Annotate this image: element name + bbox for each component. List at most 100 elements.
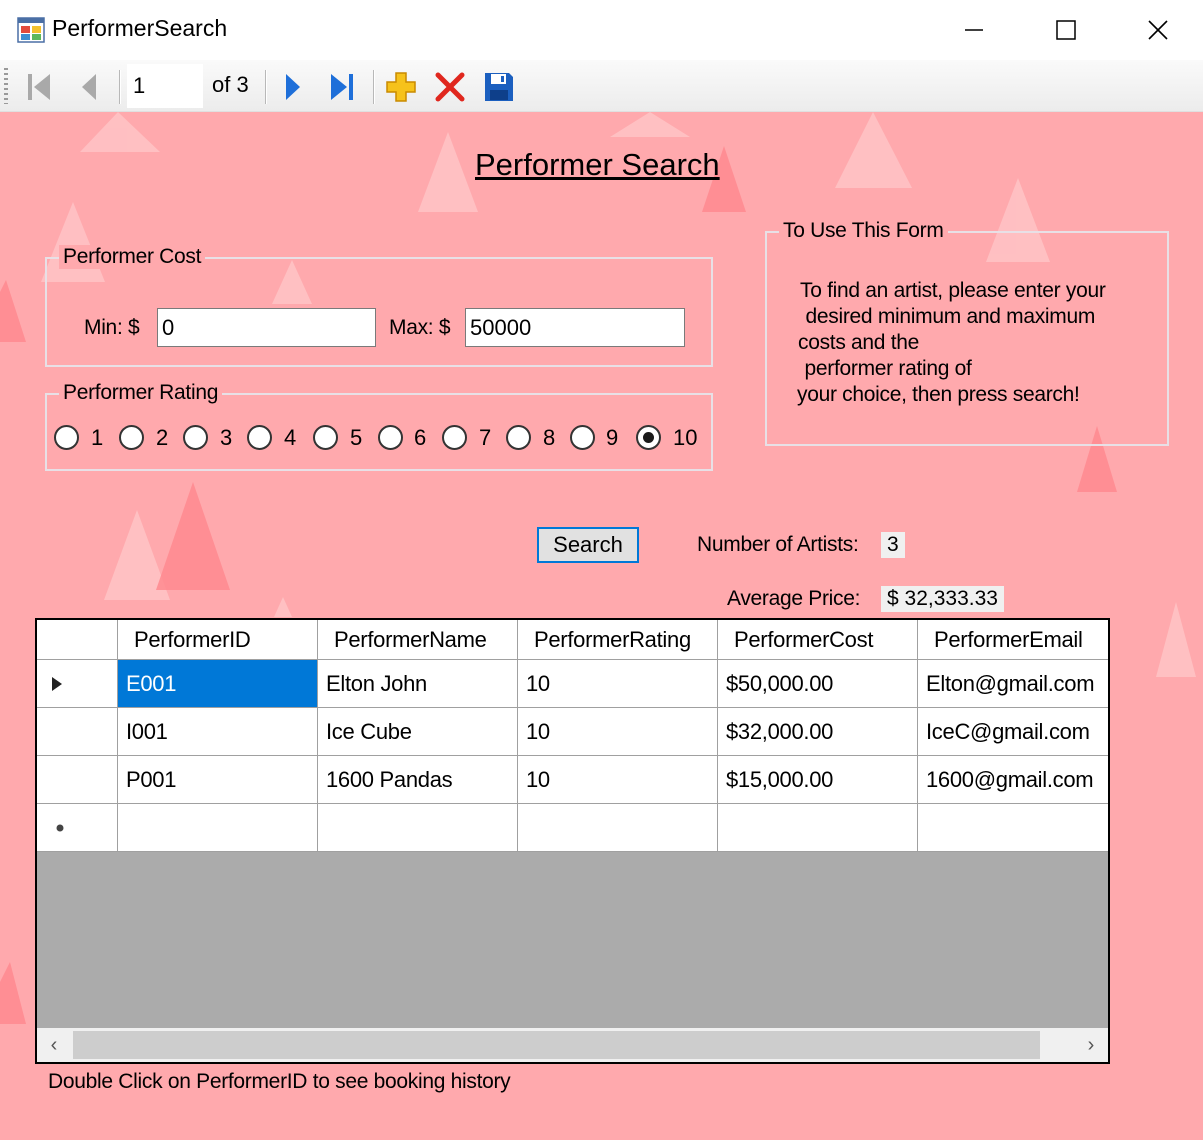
rating-radio-8[interactable] [506, 425, 531, 450]
scroll-right-button[interactable]: › [1074, 1028, 1108, 1062]
min-cost-input[interactable] [157, 308, 376, 347]
add-icon [386, 72, 416, 102]
rating-radio-2[interactable] [119, 425, 144, 450]
save-icon [485, 73, 513, 101]
rating-radio-5[interactable] [313, 425, 338, 450]
current-row-arrow-icon [52, 676, 62, 691]
move-last-button[interactable] [325, 70, 359, 104]
horizontal-scrollbar[interactable]: ‹ › [37, 1028, 1108, 1062]
column-header-performeremail[interactable]: PerformerEmail [918, 620, 1108, 660]
help-text-line: desired minimum and maximum [800, 305, 1096, 328]
chevron-left-icon: ‹ [50, 1033, 58, 1056]
grid-cell[interactable]: $50,000.00 [718, 660, 918, 708]
grid-cell[interactable]: Elton John [318, 660, 518, 708]
position-input[interactable] [127, 64, 203, 108]
grid-cell[interactable]: $15,000.00 [718, 756, 918, 804]
average-price-label: Average Price: [727, 587, 861, 610]
rating-radio-label: 9 [606, 425, 619, 450]
grid-corner-header[interactable] [37, 620, 118, 660]
delete-button[interactable] [433, 70, 467, 104]
window-title: PerformerSearch [52, 15, 228, 41]
scrollbar-thumb[interactable] [73, 1031, 1040, 1059]
rating-radio-label: 8 [543, 425, 556, 450]
rating-radio-label: 10 [673, 425, 698, 450]
rating-radio-6[interactable] [378, 425, 403, 450]
rating-radio-9[interactable] [570, 425, 595, 450]
grid-cell[interactable]: Elton@gmail.com [918, 660, 1108, 708]
scroll-left-button[interactable]: ‹ [37, 1028, 71, 1062]
form-title: Performer Search [475, 147, 720, 182]
toolbar-separator [265, 70, 266, 104]
column-header-performername[interactable]: PerformerName [318, 620, 518, 660]
move-last-icon [331, 74, 353, 100]
column-header-performercost[interactable]: PerformerCost [718, 620, 918, 660]
artists-count-label: Number of Artists: [697, 533, 859, 556]
performer-rating-label: Performer Rating [59, 381, 223, 405]
grid-cell[interactable]: 1600 Pandas [318, 756, 518, 804]
help-text-line: performer rating of [799, 357, 972, 380]
grid-cell[interactable]: E001 [118, 660, 318, 708]
grid-cell[interactable]: 10 [518, 708, 718, 756]
search-button[interactable]: Search [537, 527, 639, 563]
performer-grid[interactable]: PerformerID PerformerName PerformerRating P… [35, 618, 1110, 1064]
new-row-cell[interactable] [118, 804, 318, 852]
rating-radio-7[interactable] [442, 425, 467, 450]
new-row-header[interactable] [37, 804, 118, 852]
help-text-line: your choice, then press search! [797, 383, 1080, 406]
new-row-cell[interactable] [318, 804, 518, 852]
toolbar-separator [119, 70, 120, 104]
rating-radio-label: 5 [350, 425, 363, 450]
rating-radio-3[interactable] [183, 425, 208, 450]
performer-cost-label: Performer Cost [59, 245, 206, 269]
move-previous-button[interactable] [72, 70, 106, 104]
grid-cell[interactable]: $32,000.00 [718, 708, 918, 756]
close-button[interactable] [1112, 0, 1203, 60]
new-row-cell[interactable] [918, 804, 1108, 852]
grid-cell[interactable]: IceC@gmail.com [918, 708, 1108, 756]
rating-radio-1[interactable] [54, 425, 79, 450]
new-row-asterisk-icon [56, 824, 64, 831]
toolbar-separator [373, 70, 374, 104]
add-new-button[interactable] [384, 70, 418, 104]
radio-selected-dot [643, 432, 654, 443]
move-first-button[interactable] [22, 70, 56, 104]
rating-radio-label: 6 [414, 425, 427, 450]
help-text-line: To find an artist, please enter your [800, 279, 1106, 302]
hint-text: Double Click on PerformerID to see booki… [48, 1070, 511, 1093]
delete-icon [435, 72, 465, 102]
grid-cell[interactable]: I001 [118, 708, 318, 756]
chevron-right-icon: › [1087, 1033, 1095, 1056]
move-first-icon [28, 74, 50, 100]
app-icon [17, 17, 45, 43]
grid-cell[interactable]: 10 [518, 660, 718, 708]
rating-radio-4[interactable] [247, 425, 272, 450]
rating-radio-10[interactable] [636, 425, 661, 450]
maximize-icon [1056, 20, 1076, 40]
new-row-cell[interactable] [518, 804, 718, 852]
column-header-performerid[interactable]: PerformerID [118, 620, 318, 660]
move-next-button[interactable] [276, 70, 310, 104]
max-cost-label: Max: $ [389, 316, 451, 339]
close-icon [1148, 20, 1168, 40]
rating-radio-label: 4 [284, 425, 297, 450]
help-text-line: costs and the [798, 331, 920, 354]
new-row-cell[interactable] [718, 804, 918, 852]
grid-cell[interactable]: 1600@gmail.com [918, 756, 1108, 804]
grid-cell[interactable]: 10 [518, 756, 718, 804]
rating-radio-label: 1 [91, 425, 104, 450]
minimize-icon [965, 29, 983, 31]
max-cost-input[interactable] [465, 308, 685, 347]
row-header[interactable] [37, 708, 118, 756]
min-cost-label: Min: $ [84, 316, 140, 339]
maximize-button[interactable] [1020, 0, 1112, 60]
grid-cell[interactable]: Ice Cube [318, 708, 518, 756]
column-header-performerrating[interactable]: PerformerRating [518, 620, 718, 660]
toolbar-grip[interactable] [4, 68, 8, 104]
minimize-button[interactable] [928, 0, 1020, 60]
grid-cell[interactable]: P001 [118, 756, 318, 804]
help-group-label: To Use This Form [779, 219, 948, 243]
row-header[interactable] [37, 660, 118, 708]
row-header[interactable] [37, 756, 118, 804]
move-previous-icon [82, 74, 96, 100]
save-button[interactable] [482, 70, 516, 104]
